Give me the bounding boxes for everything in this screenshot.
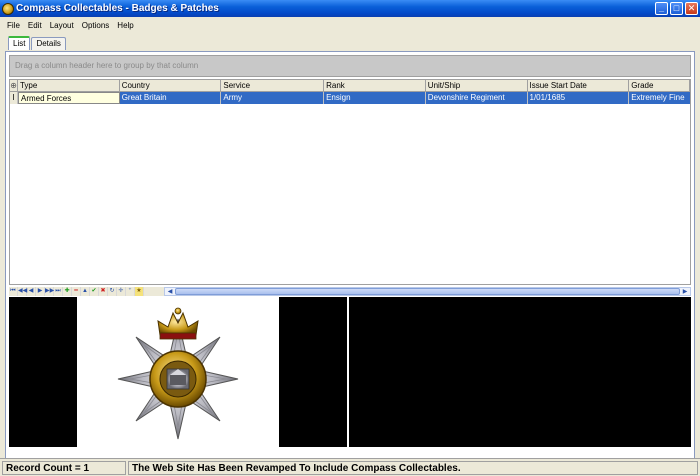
cell-type[interactable]: Armed Forces [17, 92, 120, 104]
next-icon[interactable]: ▶ [36, 287, 45, 296]
horizontal-scrollbar[interactable]: ◀ ▶ [164, 287, 691, 296]
menu-layout[interactable]: Layout [46, 21, 78, 30]
column-header-service[interactable]: Service [221, 80, 325, 92]
menu-file[interactable]: File [3, 21, 24, 30]
row-indicator: I [10, 92, 18, 104]
cell-rank[interactable]: Ensign [324, 92, 426, 104]
goto-bookmark-icon[interactable]: ⁺ [126, 287, 135, 296]
cell-service[interactable]: Army [221, 92, 325, 104]
scroll-left-icon[interactable]: ◀ [165, 288, 175, 295]
record-navigator: ⏮ ◀◀ ◀ ▶ ▶▶ ⏭ ✚ ━ ▲ ✔ ✖ ↻ ✛ ⁺ ★ ◀ ▶ [9, 287, 691, 296]
insert-icon[interactable]: ✚ [63, 287, 72, 296]
title-bar: Compass Collectables - Badges & Patches … [0, 0, 700, 17]
window-title: Compass Collectables - Badges & Patches [16, 3, 219, 14]
delete-icon[interactable]: ━ [72, 287, 81, 296]
menu-help[interactable]: Help [113, 21, 137, 30]
badge-image-pane-back [349, 297, 691, 447]
badge-star-icon [117, 307, 239, 440]
status-message: The Web Site Has Been Revamped To Includ… [128, 460, 698, 475]
save-bookmark-icon[interactable]: ✛ [117, 287, 126, 296]
tab-list[interactable]: List [8, 36, 31, 50]
column-header-unit-ship[interactable]: Unit/Ship [426, 80, 528, 92]
group-by-panel[interactable]: Drag a column header here to group by th… [9, 55, 691, 77]
app-icon [2, 2, 14, 15]
menu-edit[interactable]: Edit [24, 21, 46, 30]
post-icon[interactable]: ✔ [90, 287, 99, 296]
badge-image-pane-front [9, 297, 347, 447]
cancel-icon[interactable]: ✖ [99, 287, 108, 296]
maximize-button[interactable]: □ [670, 2, 683, 15]
column-header-type[interactable]: Type [18, 80, 120, 92]
scroll-right-icon[interactable]: ▶ [680, 288, 690, 295]
column-header-country[interactable]: Country [120, 80, 222, 92]
record-count: Record Count = 1 [2, 460, 126, 475]
table-row[interactable]: I Armed Forces Great Britain Army Ensign… [10, 92, 690, 104]
cell-country[interactable]: Great Britain [119, 92, 222, 104]
tab-details[interactable]: Details [31, 37, 66, 50]
tab-strip: List Details [8, 36, 67, 51]
list-tab-panel: Drag a column header here to group by th… [5, 51, 695, 459]
header-indicator[interactable]: ⊕ [10, 80, 18, 92]
first-icon[interactable]: ⏮ [9, 287, 18, 296]
cell-unit-ship[interactable]: Devonshire Regiment [425, 92, 528, 104]
status-bar: Record Count = 1 The Web Site Has Been R… [0, 458, 700, 476]
filter-icon[interactable]: ★ [135, 287, 144, 296]
prev-page-icon[interactable]: ◀◀ [18, 287, 27, 296]
scroll-thumb[interactable] [175, 288, 680, 295]
column-header-grade[interactable]: Grade [629, 80, 690, 92]
refresh-icon[interactable]: ↻ [108, 287, 117, 296]
menu-options[interactable]: Options [78, 21, 114, 30]
prev-icon[interactable]: ◀ [27, 287, 36, 296]
column-header-issue-start-date[interactable]: Issue Start Date [528, 80, 630, 92]
column-header-rank[interactable]: Rank [324, 80, 426, 92]
last-icon[interactable]: ⏭ [54, 287, 63, 296]
grid-header-row: ⊕ Type Country Service Rank Unit/Ship Is… [10, 80, 690, 92]
cell-issue-start-date[interactable]: 1/01/1685 [527, 92, 630, 104]
menu-bar: File Edit Layout Options Help [0, 17, 700, 33]
next-page-icon[interactable]: ▶▶ [45, 287, 54, 296]
badge-photo [77, 297, 279, 447]
close-button[interactable]: ✕ [685, 2, 698, 15]
data-grid[interactable]: ⊕ Type Country Service Rank Unit/Ship Is… [9, 79, 691, 285]
minimize-button[interactable]: _ [655, 2, 668, 15]
cell-grade[interactable]: Extremely Fine [629, 92, 690, 104]
edit-icon[interactable]: ▲ [81, 287, 90, 296]
